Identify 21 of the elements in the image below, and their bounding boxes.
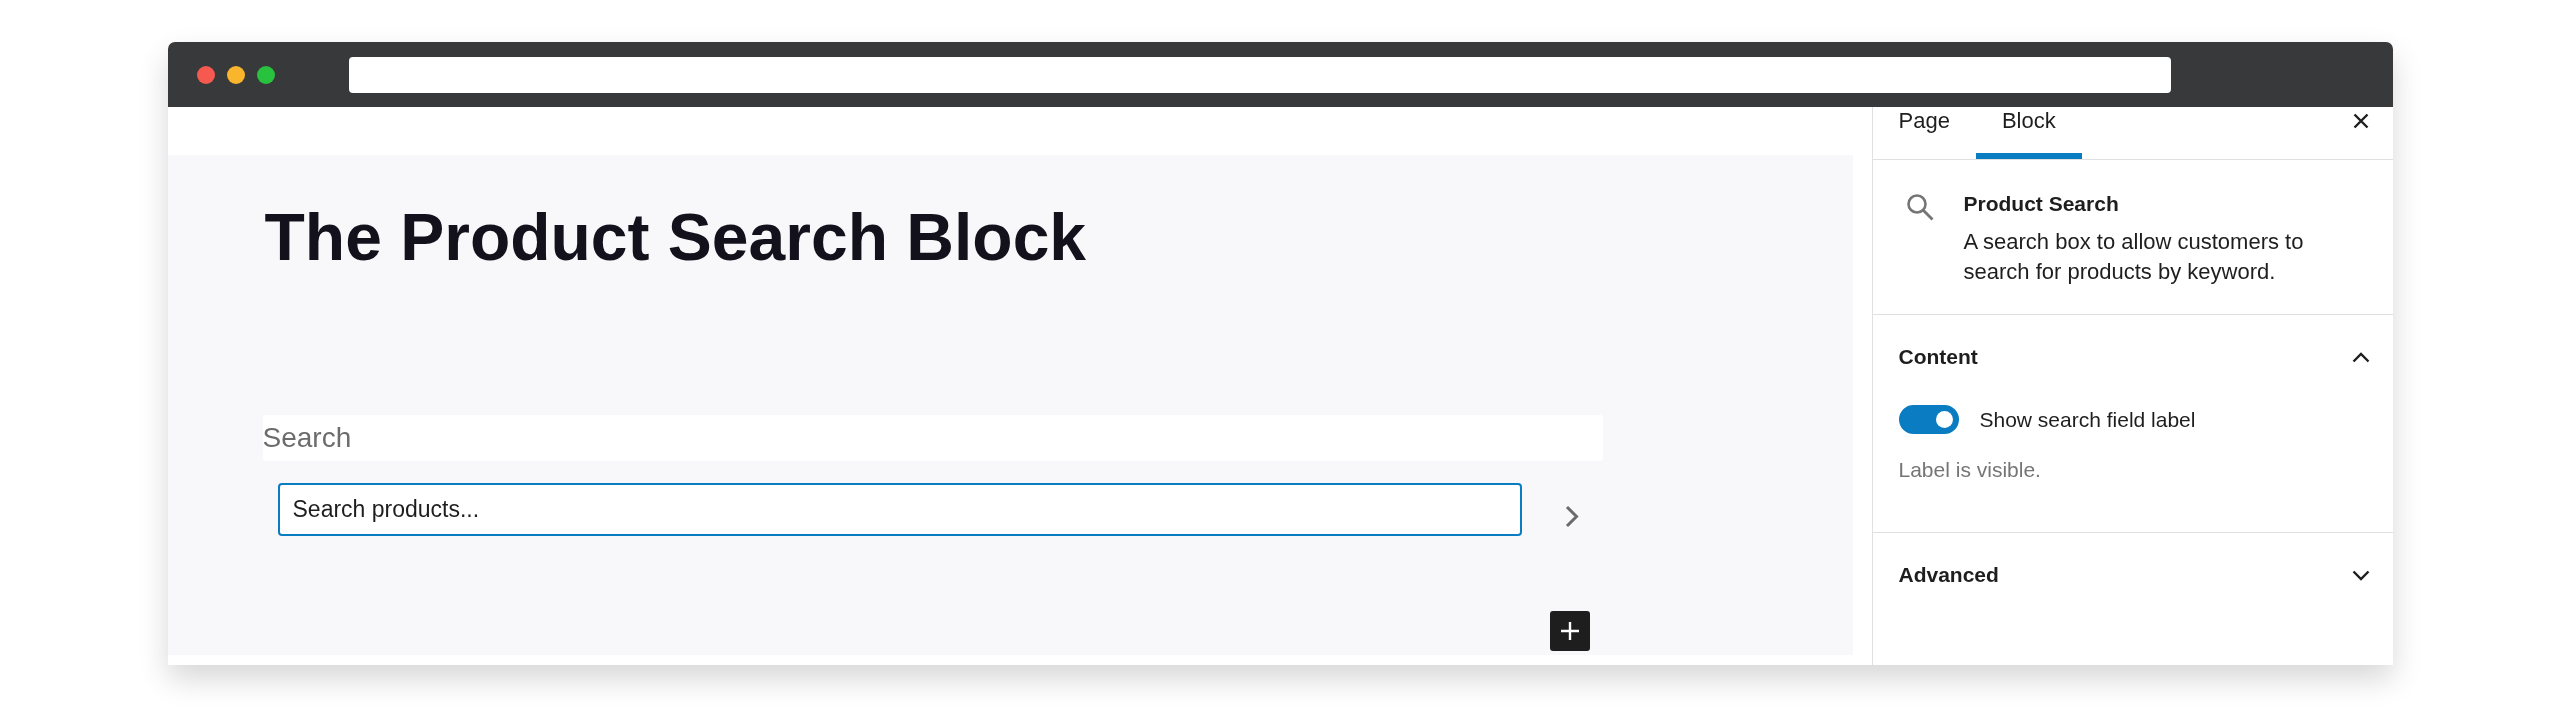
- panel-header-button[interactable]: Advanced: [1872, 533, 2393, 589]
- traffic-light-icon[interactable]: [196, 65, 215, 84]
- panel-header-button[interactable]: Content: [1872, 315, 2393, 371]
- post-title: The Product Search Block: [263, 199, 1088, 276]
- search-input-field[interactable]: Search products...: [277, 483, 1522, 536]
- traffic-light-icon[interactable]: [256, 65, 275, 84]
- plus-icon: [1559, 621, 1580, 641]
- sidebar-tab[interactable]: Block: [1975, 107, 2082, 159]
- toggle-switch[interactable]: [1898, 405, 1959, 434]
- traffic-light-icon[interactable]: [226, 65, 245, 84]
- block-description: A search box to allow customers to search for products by keyword.: [1963, 228, 2305, 286]
- address-bar-field[interactable]: [348, 56, 2171, 93]
- toggle-label: Show search field label: [1979, 406, 2196, 433]
- chevron-right-icon[interactable]: [1564, 505, 1579, 528]
- sidebar-tab[interactable]: Page: [1872, 107, 1976, 159]
- close-icon[interactable]: [2352, 113, 2369, 129]
- block-title: Product Search: [1963, 191, 2120, 217]
- help-text: Label is visible.: [1898, 457, 2042, 483]
- search-icon: [1905, 193, 1934, 221]
- search-label: Search: [262, 415, 1603, 461]
- add-block-button[interactable]: [1549, 611, 1590, 651]
